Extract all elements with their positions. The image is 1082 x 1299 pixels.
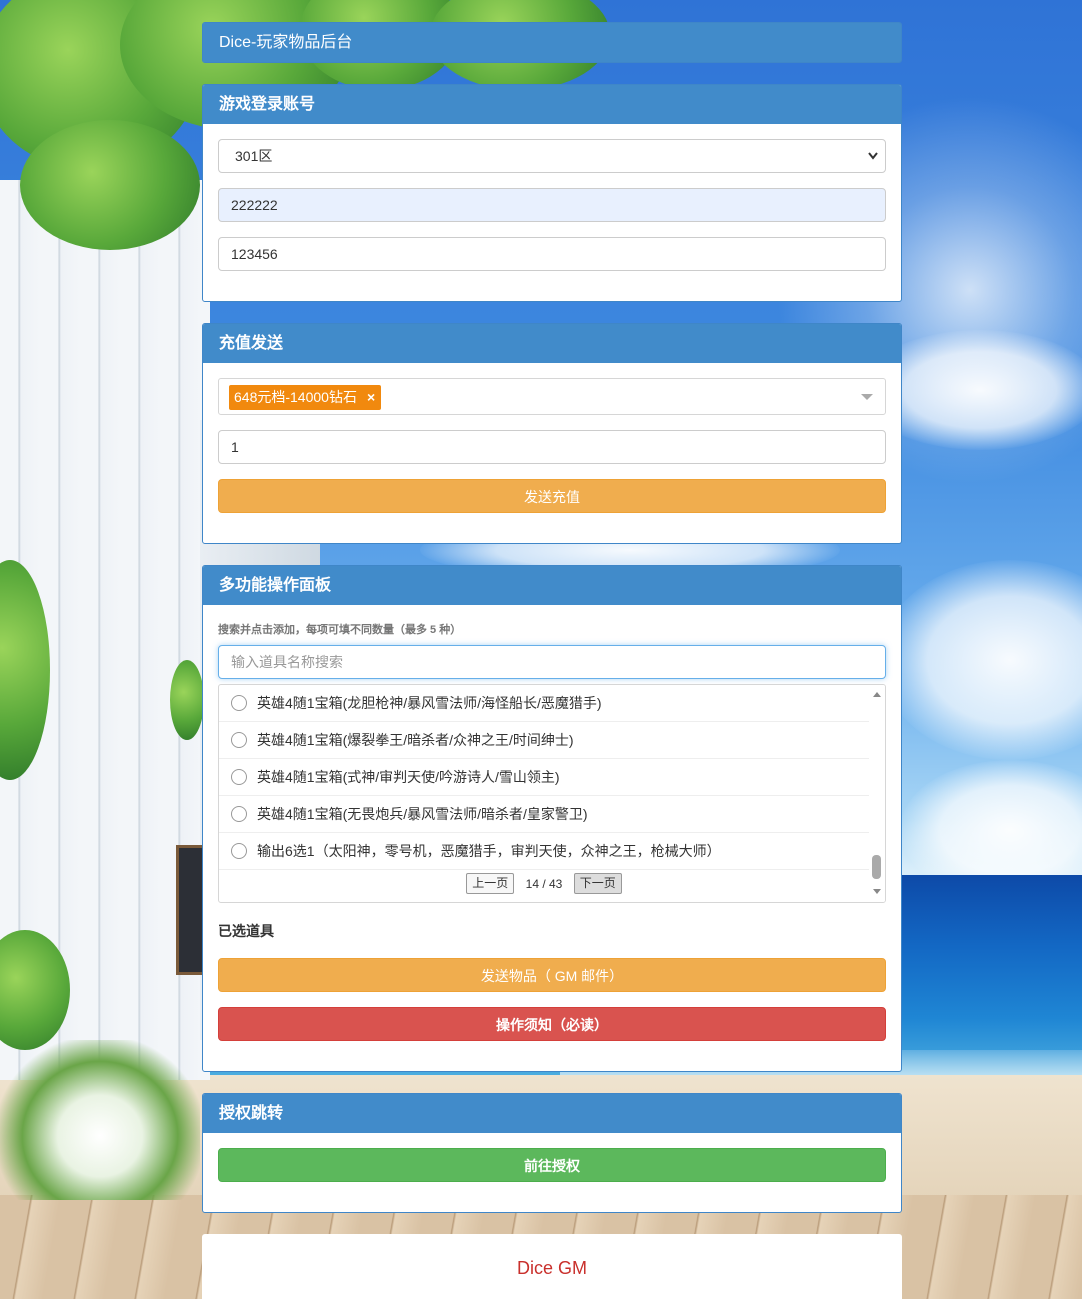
flower-pot xyxy=(0,1040,200,1200)
page-indicator: 14 / 43 xyxy=(525,876,563,891)
scroll-thumb[interactable] xyxy=(872,855,881,879)
scroll-down-icon[interactable] xyxy=(873,889,881,894)
footer: Dice GM xyxy=(202,1234,902,1299)
list-item[interactable]: 输出6选1（太阳神，零号机，恶魔猎手，审判天使，众神之王，枪械大师） xyxy=(219,833,869,870)
account-input[interactable]: 222222 xyxy=(218,188,886,222)
radio-icon[interactable] xyxy=(231,695,247,711)
recharge-panel: 充值发送 648元档-14000钻石 × 1 发送充值 xyxy=(202,323,902,544)
list-item[interactable]: 英雄4随1宝箱(式神/审判天使/吟游诗人/雪山领主) xyxy=(219,759,869,796)
tree-leaves xyxy=(20,120,200,250)
recharge-tier-select[interactable]: 648元档-14000钻石 × xyxy=(218,378,886,415)
tag-remove-icon[interactable]: × xyxy=(367,389,375,405)
account-input-value: 222222 xyxy=(231,197,278,213)
selected-tier-tag: 648元档-14000钻石 × xyxy=(229,385,382,410)
send-items-button[interactable]: 发送物品（ GM 邮件） xyxy=(218,958,886,992)
recharge-panel-heading: 充值发送 xyxy=(203,324,901,363)
list-item-label: 英雄4随1宝箱(式神/审判天使/吟游诗人/雪山领主) xyxy=(257,769,560,785)
list-item[interactable]: 英雄4随1宝箱(龙胆枪神/暴风雪法师/海怪船长/恶魔猎手) xyxy=(219,685,869,722)
selected-items-label: 已选道具 xyxy=(218,923,274,939)
main-container: Dice-玩家物品后台 游戏登录账号 301区 222222 123456 充值… xyxy=(202,22,902,1299)
auth-panel-heading: 授权跳转 xyxy=(203,1094,901,1133)
item-result-list: 英雄4随1宝箱(龙胆枪神/暴风雪法师/海怪船长/恶魔猎手) 英雄4随1宝箱(爆裂… xyxy=(218,684,886,903)
app-title: Dice-玩家物品后台 xyxy=(203,23,901,62)
item-search-input[interactable]: 输入道具名称搜索 xyxy=(218,645,886,679)
list-item-label: 输出6选1（太阳神，零号机，恶魔猎手，审判天使，众神之王，枪械大师） xyxy=(257,843,721,859)
hanging-plant xyxy=(170,660,204,740)
multi-function-panel-heading: 多功能操作面板 xyxy=(203,566,901,605)
login-panel: 游戏登录账号 301区 222222 123456 xyxy=(202,84,902,302)
list-item[interactable]: 英雄4随1宝箱(无畏炮兵/暴风雪法师/暗杀者/皇家警卫) xyxy=(219,796,869,833)
list-item-label: 英雄4随1宝箱(龙胆枪神/暴风雪法师/海怪船长/恶魔猎手) xyxy=(257,695,602,711)
caret-down-icon[interactable] xyxy=(861,394,873,400)
radio-icon[interactable] xyxy=(231,732,247,748)
auth-panel: 授权跳转 前往授权 xyxy=(202,1093,902,1213)
goto-auth-button[interactable]: 前往授权 xyxy=(218,1148,886,1182)
list-item-label: 英雄4随1宝箱(无畏炮兵/暴风雪法师/暗杀者/皇家警卫) xyxy=(257,806,588,822)
app-title-panel: Dice-玩家物品后台 xyxy=(202,22,902,63)
scroll-up-icon[interactable] xyxy=(873,692,881,697)
password-input-value: 123456 xyxy=(231,246,278,262)
password-input[interactable]: 123456 xyxy=(218,237,886,271)
recharge-quantity-input[interactable]: 1 xyxy=(218,430,886,464)
radio-icon[interactable] xyxy=(231,806,247,822)
server-select[interactable]: 301区 xyxy=(218,139,886,173)
footer-text: Dice GM xyxy=(516,1258,587,1278)
radio-icon[interactable] xyxy=(231,769,247,785)
login-panel-heading: 游戏登录账号 xyxy=(203,85,901,124)
list-item-label: 英雄4随1宝箱(爆裂拳王/暗杀者/众神之王/时间绅士) xyxy=(257,732,574,748)
prev-page-button[interactable]: 上一页 xyxy=(466,873,515,894)
pagination: 上一页 14 / 43 下一页 xyxy=(219,873,869,899)
notice-button[interactable]: 操作须知（必读） xyxy=(218,1007,886,1041)
selected-tier-tag-label: 648元档-14000钻石 xyxy=(234,389,357,405)
list-item[interactable]: 英雄4随1宝箱(爆裂拳王/暗杀者/众神之王/时间绅士) xyxy=(219,722,869,759)
item-search-placeholder: 输入道具名称搜索 xyxy=(231,654,343,670)
list-scrollbar[interactable] xyxy=(869,685,885,902)
recharge-quantity-value: 1 xyxy=(231,439,239,455)
search-hint: 搜索并点击添加，每项可填不同数量（最多 5 种） xyxy=(218,624,462,636)
radio-icon[interactable] xyxy=(231,843,247,859)
send-recharge-button[interactable]: 发送充值 xyxy=(218,479,886,513)
next-page-button[interactable]: 下一页 xyxy=(573,873,622,894)
server-select-value: 301区 xyxy=(235,148,273,164)
multi-function-panel: 多功能操作面板 搜索并点击添加，每项可填不同数量（最多 5 种） 输入道具名称搜… xyxy=(202,565,902,1072)
chevron-down-icon xyxy=(868,152,878,160)
